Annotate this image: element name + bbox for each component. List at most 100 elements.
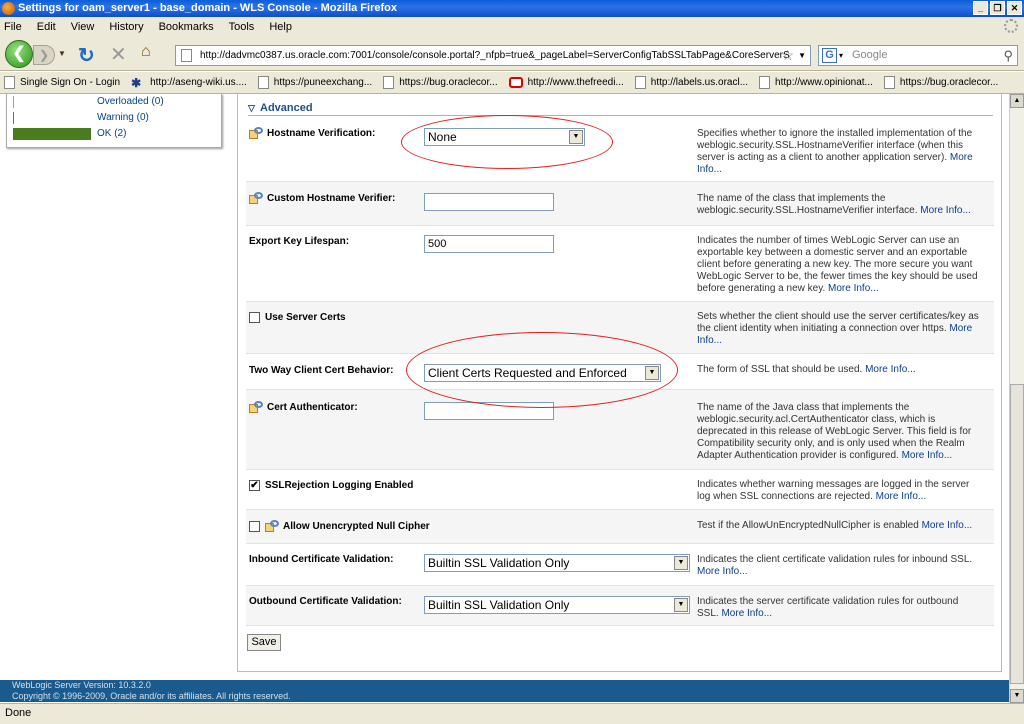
- health-overloaded-link[interactable]: Overloaded (0): [97, 96, 164, 107]
- form-row-export-key-lifespan: Export Key Lifespan: 500 Indicates the n…: [246, 226, 994, 302]
- more-info-link[interactable]: More Info...: [876, 491, 927, 502]
- key-icon: [249, 401, 264, 414]
- export-key-lifespan-input[interactable]: 500: [424, 235, 554, 253]
- field-description: Indicates whether warning messages are l…: [697, 479, 970, 502]
- collapse-triangle-icon[interactable]: ▽: [248, 103, 255, 114]
- bookmarks-bar: Single Sign On - Login ✱ http://aseng-wik…: [0, 72, 1024, 94]
- page-icon: [181, 49, 192, 62]
- bookmark-item[interactable]: Single Sign On - Login: [4, 76, 120, 89]
- page-icon: [257, 76, 269, 89]
- more-info-link[interactable]: More Info...: [865, 364, 916, 375]
- health-bar-ok: [13, 128, 91, 140]
- scrollbar-thumb[interactable]: [1010, 384, 1024, 684]
- close-button[interactable]: ✕: [1007, 1, 1022, 15]
- bookmark-item[interactable]: http://labels.us.oracl...: [634, 76, 748, 89]
- back-button[interactable]: ❮: [5, 40, 33, 68]
- custom-hostname-verifier-input[interactable]: [424, 193, 554, 211]
- system-status-panel: Overloaded (0) Warning (0) OK (2): [6, 94, 222, 148]
- scroll-down-icon[interactable]: ▼: [1010, 689, 1024, 703]
- field-label: Cert Authenticator:: [249, 401, 358, 414]
- more-info-link[interactable]: More Info...: [721, 608, 772, 619]
- window-title: Settings for oam_server1 - base_domain -…: [18, 2, 397, 14]
- field-description: The name of the class that implements th…: [697, 193, 971, 216]
- menu-tools[interactable]: Tools: [229, 21, 255, 33]
- form-row-ssl-rejection-logging: ✔ SSLRejection Logging Enabled Indicates …: [246, 470, 994, 510]
- field-description: Indicates the server certificate validat…: [697, 596, 959, 619]
- bookmark-item[interactable]: https://bug.oraclecor...: [383, 76, 498, 89]
- bookmark-item[interactable]: https://bug.oraclecor...: [883, 76, 998, 89]
- bookmark-item[interactable]: ✱ http://aseng-wiki.us....: [131, 76, 247, 90]
- window-controls: _ ❐ ✕: [973, 1, 1022, 15]
- field-description: Specifies whether to ignore the installe…: [697, 128, 973, 175]
- page-footer: WebLogic Server Version: 10.3.2.0 Copyri…: [0, 680, 1010, 702]
- search-input[interactable]: G ▾ Google ⚲: [818, 45, 1018, 66]
- chevron-down-icon[interactable]: ▼: [674, 598, 688, 612]
- url-text: http://dadvmc0387.us.oracle.com:7001/con…: [200, 50, 790, 61]
- search-icon[interactable]: ⚲: [1003, 46, 1013, 65]
- field-label: Use Server Certs: [249, 312, 346, 323]
- field-description: Indicates the client certificate validat…: [697, 554, 973, 577]
- field-label: Outbound Certificate Validation:: [249, 596, 402, 607]
- history-dropdown-icon[interactable]: ▼: [58, 49, 66, 58]
- form-row-hostname-verification: Hostname Verification: None ▼ Specifies …: [246, 120, 994, 182]
- menu-view[interactable]: View: [71, 21, 95, 33]
- health-bar: [13, 96, 91, 108]
- inbound-cert-validation-select[interactable]: Builtin SSL Validation Only ▼: [424, 554, 690, 572]
- page-icon: [759, 76, 771, 89]
- health-bar: [13, 112, 91, 124]
- menu-history[interactable]: History: [109, 21, 143, 33]
- annotation-oval: [406, 332, 678, 408]
- vertical-scrollbar[interactable]: ▲ ▼: [1009, 94, 1024, 703]
- save-button[interactable]: Save: [247, 634, 281, 651]
- more-info-link[interactable]: More Info...: [697, 566, 748, 577]
- field-label: ✔ SSLRejection Logging Enabled: [249, 480, 414, 491]
- page-icon: [383, 76, 395, 89]
- url-bar[interactable]: http://dadvmc0387.us.oracle.com:7001/con…: [175, 45, 811, 66]
- form-row-cert-authenticator: Cert Authenticator: The name of the Java…: [246, 390, 994, 470]
- google-icon[interactable]: G: [822, 48, 837, 63]
- section-title: Advanced: [260, 102, 313, 114]
- ssl-rejection-logging-checkbox[interactable]: ✔: [249, 480, 260, 491]
- bookmark-item[interactable]: http://www.opinionat...: [759, 76, 873, 89]
- copyright-text: Copyright © 1996-2009, Oracle and/or its…: [12, 691, 291, 701]
- form-row-inbound-cert-validation: Inbound Certificate Validation: Builtin …: [246, 544, 994, 586]
- more-info-link[interactable]: More Info...: [902, 450, 953, 461]
- status-bar: Done: [0, 703, 1024, 724]
- reload-icon[interactable]: ↻: [78, 43, 95, 68]
- use-server-certs-checkbox[interactable]: [249, 312, 260, 323]
- menu-edit[interactable]: Edit: [37, 21, 56, 33]
- forward-arrow-icon: ❯: [38, 48, 50, 62]
- field-label: Custom Hostname Verifier:: [249, 192, 395, 205]
- health-warning-link[interactable]: Warning (0): [97, 112, 149, 123]
- bookmark-item[interactable]: https://puneexchang...: [257, 76, 372, 89]
- chevron-down-icon[interactable]: ▼: [674, 556, 688, 570]
- page-icon: [634, 76, 646, 89]
- home-icon[interactable]: ⌂: [141, 43, 151, 61]
- more-info-link[interactable]: More Info...: [922, 520, 973, 531]
- key-icon: [249, 192, 264, 205]
- search-placeholder: Google: [852, 49, 888, 61]
- allow-null-cipher-checkbox[interactable]: [249, 521, 260, 532]
- stop-icon[interactable]: ✕: [110, 42, 127, 67]
- minimize-button[interactable]: _: [973, 1, 988, 15]
- menu-bookmarks[interactable]: Bookmarks: [159, 21, 214, 33]
- forward-button[interactable]: ❯: [33, 45, 55, 65]
- more-info-link[interactable]: More Info...: [920, 205, 971, 216]
- search-engine-dropdown-icon[interactable]: ▾: [839, 46, 843, 65]
- field-description: The name of the Java class that implemen…: [697, 402, 972, 461]
- scroll-up-icon[interactable]: ▲: [1010, 94, 1024, 108]
- restore-button[interactable]: ❐: [990, 1, 1005, 15]
- menu-file[interactable]: File: [4, 21, 22, 33]
- field-label: Two Way Client Cert Behavior:: [249, 365, 394, 376]
- url-dropdown-icon[interactable]: ▼: [798, 46, 806, 65]
- field-description: Sets whether the client should use the s…: [697, 311, 979, 346]
- window-titlebar: Settings for oam_server1 - base_domain -…: [0, 0, 1024, 17]
- outbound-cert-validation-select[interactable]: Builtin SSL Validation Only ▼: [424, 596, 690, 614]
- health-ok-link[interactable]: OK (2): [97, 128, 126, 139]
- menu-help[interactable]: Help: [269, 21, 292, 33]
- field-description: Test if the AllowUnEncryptedNullCipher i…: [697, 520, 973, 531]
- more-info-link[interactable]: More Info...: [828, 283, 879, 294]
- advanced-section-header[interactable]: ▽ Advanced: [248, 102, 993, 116]
- bookmark-item[interactable]: http://www.thefreedi...: [508, 77, 624, 88]
- bookmark-star-icon[interactable]: ☆: [781, 46, 794, 65]
